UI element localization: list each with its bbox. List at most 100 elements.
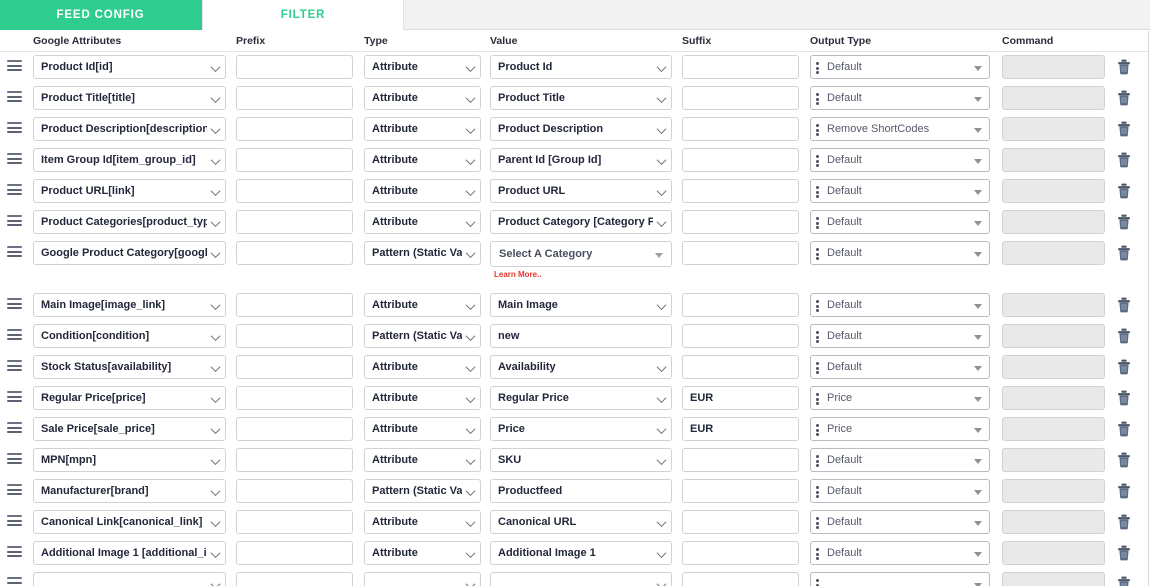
drag-handle-icon[interactable] xyxy=(7,184,22,195)
prefix-input[interactable] xyxy=(236,241,353,265)
output-type-select[interactable]: Price xyxy=(810,417,990,441)
output-type-select[interactable]: Default xyxy=(810,55,990,79)
prefix-input[interactable] xyxy=(236,541,353,565)
delete-row-button[interactable] xyxy=(1117,483,1133,501)
type-select[interactable]: Attribute xyxy=(364,510,481,534)
suffix-input[interactable] xyxy=(682,210,799,234)
delete-row-button[interactable] xyxy=(1117,421,1133,439)
type-select[interactable]: Attribute xyxy=(364,541,481,565)
value-select[interactable]: Additional Image 1 xyxy=(490,541,672,565)
google-attribute-select[interactable]: Product Id[id] xyxy=(33,55,226,79)
type-select[interactable]: Attribute xyxy=(364,179,481,203)
suffix-input[interactable]: EUR xyxy=(682,386,799,410)
prefix-input[interactable] xyxy=(236,117,353,141)
suffix-input[interactable] xyxy=(682,293,799,317)
delete-row-button[interactable] xyxy=(1117,452,1133,470)
drag-handle-icon[interactable] xyxy=(7,515,22,526)
drag-handle-icon[interactable] xyxy=(7,484,22,495)
delete-row-button[interactable] xyxy=(1117,297,1133,315)
prefix-input[interactable] xyxy=(236,293,353,317)
delete-row-button[interactable] xyxy=(1117,152,1133,170)
type-select[interactable]: Pattern (Static Value) xyxy=(364,241,481,265)
value-select[interactable]: Product Title xyxy=(490,86,672,110)
output-type-select[interactable]: Remove ShortCodes xyxy=(810,117,990,141)
suffix-input[interactable] xyxy=(682,479,799,503)
google-attribute-select[interactable]: Product Description[description] xyxy=(33,117,226,141)
suffix-input[interactable] xyxy=(682,117,799,141)
type-select[interactable]: Attribute xyxy=(364,117,481,141)
value-select[interactable]: Price xyxy=(490,417,672,441)
delete-row-button[interactable] xyxy=(1117,328,1133,346)
prefix-input[interactable] xyxy=(236,355,353,379)
type-select[interactable]: Attribute xyxy=(364,148,481,172)
output-type-select[interactable]: Default xyxy=(810,448,990,472)
value-select[interactable]: Product Description xyxy=(490,117,672,141)
suffix-input[interactable] xyxy=(682,510,799,534)
value-select[interactable]: Product Id xyxy=(490,55,672,79)
type-select[interactable]: Attribute xyxy=(364,355,481,379)
output-type-select[interactable]: Price xyxy=(810,386,990,410)
prefix-input[interactable] xyxy=(236,572,353,586)
google-attribute-select[interactable] xyxy=(33,572,226,586)
type-select[interactable]: Attribute xyxy=(364,417,481,441)
drag-handle-icon[interactable] xyxy=(7,122,22,133)
google-attribute-select[interactable]: Sale Price[sale_price] xyxy=(33,417,226,441)
output-type-select[interactable] xyxy=(810,572,990,586)
prefix-input[interactable] xyxy=(236,324,353,348)
suffix-input[interactable] xyxy=(682,86,799,110)
prefix-input[interactable] xyxy=(236,86,353,110)
output-type-select[interactable]: Default xyxy=(810,355,990,379)
prefix-input[interactable] xyxy=(236,417,353,441)
delete-row-button[interactable] xyxy=(1117,183,1133,201)
delete-row-button[interactable] xyxy=(1117,245,1133,263)
google-attribute-select[interactable]: Item Group Id[item_group_id] xyxy=(33,148,226,172)
output-type-select[interactable]: Default xyxy=(810,179,990,203)
drag-handle-icon[interactable] xyxy=(7,422,22,433)
type-select[interactable]: Attribute xyxy=(364,210,481,234)
delete-row-button[interactable] xyxy=(1117,359,1133,377)
value-select[interactable]: Availability xyxy=(490,355,672,379)
value-select[interactable]: Main Image xyxy=(490,293,672,317)
drag-handle-icon[interactable] xyxy=(7,298,22,309)
output-type-select[interactable]: Default xyxy=(810,148,990,172)
drag-handle-icon[interactable] xyxy=(7,453,22,464)
category-select[interactable]: Select A Category xyxy=(490,241,672,267)
value-select[interactable]: Product Category [Category Path] xyxy=(490,210,672,234)
google-attribute-select[interactable]: Canonical Link[canonical_link] xyxy=(33,510,226,534)
type-select[interactable]: Pattern (Static Value) xyxy=(364,324,481,348)
type-select[interactable] xyxy=(364,572,481,586)
value-select[interactable] xyxy=(490,572,672,586)
output-type-select[interactable]: Default xyxy=(810,293,990,317)
suffix-input[interactable] xyxy=(682,572,799,586)
output-type-select[interactable]: Default xyxy=(810,210,990,234)
output-type-select[interactable]: Default xyxy=(810,541,990,565)
delete-row-button[interactable] xyxy=(1117,576,1133,586)
google-attribute-select[interactable]: Main Image[image_link] xyxy=(33,293,226,317)
drag-handle-icon[interactable] xyxy=(7,60,22,71)
output-type-select[interactable]: Default xyxy=(810,86,990,110)
drag-handle-icon[interactable] xyxy=(7,153,22,164)
drag-handle-icon[interactable] xyxy=(7,215,22,226)
output-type-select[interactable]: Default xyxy=(810,479,990,503)
type-select[interactable]: Pattern (Static Value) xyxy=(364,479,481,503)
google-attribute-select[interactable]: Manufacturer[brand] xyxy=(33,479,226,503)
drag-handle-icon[interactable] xyxy=(7,391,22,402)
value-input[interactable]: Productfeed xyxy=(490,479,672,503)
value-select[interactable]: Regular Price xyxy=(490,386,672,410)
delete-row-button[interactable] xyxy=(1117,121,1133,139)
value-select[interactable]: Parent Id [Group Id] xyxy=(490,148,672,172)
prefix-input[interactable] xyxy=(236,148,353,172)
delete-row-button[interactable] xyxy=(1117,390,1133,408)
output-type-select[interactable]: Default xyxy=(810,241,990,265)
type-select[interactable]: Attribute xyxy=(364,386,481,410)
prefix-input[interactable] xyxy=(236,386,353,410)
drag-handle-icon[interactable] xyxy=(7,329,22,340)
google-attribute-select[interactable]: Product URL[link] xyxy=(33,179,226,203)
suffix-input[interactable] xyxy=(682,148,799,172)
prefix-input[interactable] xyxy=(236,55,353,79)
google-attribute-select[interactable]: MPN[mpn] xyxy=(33,448,226,472)
google-attribute-select[interactable]: Stock Status[availability] xyxy=(33,355,226,379)
prefix-input[interactable] xyxy=(236,448,353,472)
prefix-input[interactable] xyxy=(236,479,353,503)
tab-filter[interactable]: FILTER xyxy=(202,0,404,30)
